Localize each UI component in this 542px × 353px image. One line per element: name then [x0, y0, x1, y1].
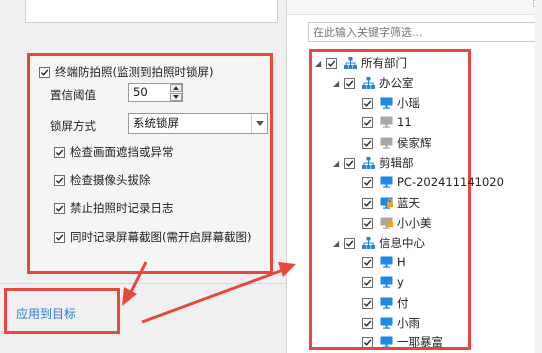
- checkbox-icon[interactable]: [326, 57, 337, 69]
- checkbox-icon[interactable]: [362, 137, 373, 149]
- tree-node-computer[interactable]: 小小美: [362, 215, 432, 231]
- stepper-down-icon[interactable]: [170, 93, 182, 101]
- tree-node-computer[interactable]: 付: [362, 295, 409, 311]
- department-icon: [362, 77, 375, 89]
- checkbox-icon[interactable]: [362, 176, 373, 188]
- checkbox-icon[interactable]: [344, 237, 355, 249]
- tree-node-group[interactable]: ◢ 剪辑部: [333, 155, 414, 171]
- tree-label: 小小美: [397, 216, 432, 230]
- tree-label: 一耶暴富: [397, 335, 443, 349]
- checkbox-icon[interactable]: [362, 116, 373, 128]
- lock-mode-select[interactable]: 系统锁屏: [128, 113, 268, 134]
- tree-label: 剪辑部: [379, 156, 414, 170]
- preview-area: [25, 0, 278, 23]
- department-icon: [362, 157, 375, 169]
- search-input[interactable]: [308, 22, 536, 42]
- checkbox-icon[interactable]: [362, 197, 373, 209]
- panel-header: [287, 0, 542, 15]
- tree-node-root[interactable]: ◢ 所有部门: [315, 55, 407, 71]
- computer-online-icon: [380, 176, 393, 188]
- anti-photo-checkbox[interactable]: [39, 66, 50, 78]
- computer-locked-icon: [380, 197, 393, 209]
- tree-label: H: [397, 255, 406, 269]
- tree-node-computer[interactable]: 11: [362, 115, 412, 129]
- option-label: 检查摄像头拔除: [70, 173, 151, 187]
- option-disable-log[interactable]: 禁止拍照时记录日志: [54, 200, 174, 216]
- computer-online-icon: [380, 317, 393, 329]
- computer-online-icon: [380, 336, 393, 348]
- tree-label: 侯家辉: [397, 136, 432, 150]
- tree-label: 小雨: [397, 316, 420, 330]
- tree-node-group[interactable]: ◢ 办公室: [333, 75, 414, 91]
- checkbox-icon[interactable]: [54, 202, 65, 214]
- tree-label: PC-202411141020: [397, 175, 504, 189]
- anti-photo-settings-group: 终端防拍照(监测到拍照时锁屏) 置信阈值 50 锁屏方式 系统锁屏 检查画面遮挡…: [27, 53, 273, 274]
- settings-panel: 终端防拍照(监测到拍照时锁屏) 置信阈值 50 锁屏方式 系统锁屏 检查画面遮挡…: [0, 0, 286, 353]
- checkbox-icon[interactable]: [344, 77, 355, 89]
- tree-label: 11: [397, 115, 412, 129]
- tree-node-group[interactable]: ◢ 信息中心: [333, 235, 425, 251]
- tree-label: 信息中心: [379, 236, 425, 250]
- checkbox-icon[interactable]: [362, 217, 373, 229]
- tree-node-computer[interactable]: 小雨: [362, 315, 420, 331]
- checkbox-icon[interactable]: [362, 317, 373, 329]
- collapse-arrow-icon[interactable]: ◢: [333, 239, 341, 248]
- checkbox-icon[interactable]: [54, 174, 65, 186]
- collapse-arrow-icon[interactable]: ◢: [333, 79, 341, 88]
- tree-label: y: [397, 275, 404, 289]
- tree-label: 办公室: [379, 76, 414, 90]
- anti-photo-label: 终端防拍照(监测到拍照时锁屏): [55, 65, 214, 79]
- checkbox-icon[interactable]: [362, 256, 373, 268]
- checkbox-icon[interactable]: [54, 231, 65, 243]
- tree-label: 付: [397, 296, 409, 310]
- tree-node-computer[interactable]: 一耶暴富: [362, 334, 443, 350]
- collapse-arrow-icon[interactable]: ◢: [315, 59, 323, 68]
- department-icon: [344, 57, 357, 69]
- checkbox-icon[interactable]: [362, 336, 373, 348]
- anti-photo-option[interactable]: 终端防拍照(监测到拍照时锁屏): [39, 64, 213, 80]
- checkbox-icon[interactable]: [362, 97, 373, 109]
- target-tree-panel: ◢ 所有部门 ◢ 办公室 小瑶 11 侯家辉 ◢ 剪辑部 PC-20241114…: [286, 0, 542, 353]
- option-screenshot[interactable]: 同时记录屏幕截图(需开启屏幕截图): [54, 229, 251, 245]
- threshold-stepper[interactable]: [170, 84, 182, 101]
- tree-label: 蓝天: [397, 196, 420, 210]
- collapse-arrow-icon[interactable]: ◢: [333, 159, 341, 168]
- checkbox-icon[interactable]: [344, 157, 355, 169]
- tree-node-computer[interactable]: y: [362, 275, 404, 289]
- tree-node-computer[interactable]: 侯家辉: [362, 135, 432, 151]
- option-cover-check[interactable]: 检查画面遮挡或异常: [54, 144, 174, 160]
- divider: [0, 283, 286, 284]
- computer-online-icon: [380, 297, 393, 309]
- computer-offline-icon: [380, 137, 393, 149]
- tree-node-computer[interactable]: H: [362, 255, 406, 269]
- checkbox-icon[interactable]: [54, 146, 65, 158]
- lock-mode-value: 系统锁屏: [133, 116, 179, 130]
- tree-node-computer[interactable]: PC-202411141020: [362, 175, 504, 189]
- checkbox-icon[interactable]: [362, 276, 373, 288]
- scrollbar[interactable]: [535, 0, 542, 353]
- stepper-up-icon[interactable]: [170, 84, 182, 92]
- tree-label: 所有部门: [361, 56, 407, 70]
- checkbox-icon[interactable]: [362, 297, 373, 309]
- option-camera-unplug[interactable]: 检查摄像头拔除: [54, 172, 151, 188]
- tree-node-computer[interactable]: 蓝天: [362, 195, 420, 211]
- computer-online-icon: [380, 276, 393, 288]
- option-label: 同时记录屏幕截图(需开启屏幕截图): [70, 230, 252, 244]
- computer-online-icon: [380, 256, 393, 268]
- apply-to-target-link[interactable]: 应用到目标: [16, 305, 76, 322]
- computer-online-icon: [380, 97, 393, 109]
- lock-mode-label: 锁屏方式: [50, 119, 96, 133]
- option-label: 检查画面遮挡或异常: [70, 145, 174, 159]
- threshold-label: 置信阈值: [50, 88, 96, 102]
- chevron-down-icon[interactable]: [251, 114, 267, 133]
- option-label: 禁止拍照时记录日志: [70, 201, 174, 215]
- tree-label: 小瑶: [397, 96, 420, 110]
- computer-offline-icon: [380, 116, 393, 128]
- tree-node-computer[interactable]: 小瑶: [362, 95, 420, 111]
- computer-locked-offline-icon: [380, 217, 393, 229]
- department-icon: [362, 237, 375, 249]
